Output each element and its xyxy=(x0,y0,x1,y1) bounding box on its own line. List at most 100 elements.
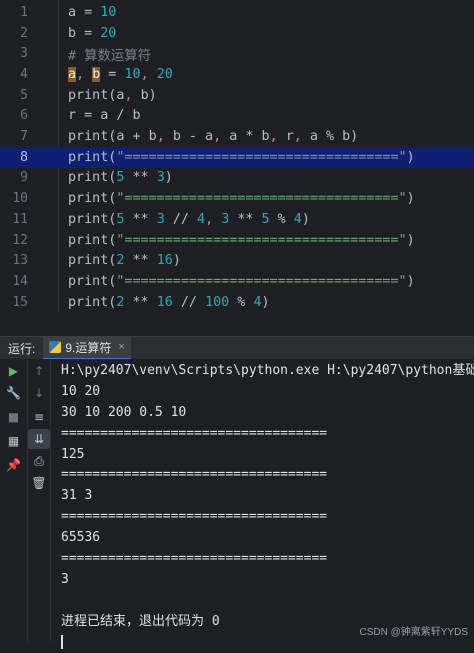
pin-icon[interactable]: 📌 xyxy=(0,455,27,475)
wrap-icon[interactable]: ≡ xyxy=(28,407,50,427)
up-arrow-icon[interactable]: ↑ xyxy=(28,361,50,381)
code-token: 16 xyxy=(156,294,173,310)
code-token: 10 xyxy=(124,66,141,82)
console-line: ================================== xyxy=(61,551,328,567)
run-icon[interactable]: ▶ xyxy=(0,361,27,381)
code-text[interactable]: print(a, b) xyxy=(68,88,157,103)
line-number: 12 xyxy=(12,232,28,248)
code-line[interactable]: 11 print(5 ** 3 // 4, 3 ** 5 % 4) xyxy=(0,209,474,230)
text-cursor xyxy=(61,635,63,650)
code-token: a * b xyxy=(229,129,270,145)
code-token: print( xyxy=(68,232,117,248)
code-token: "==================================" xyxy=(116,191,407,207)
stop-icon[interactable]: ■ xyxy=(0,407,27,427)
code-text[interactable]: # 算数运算符 xyxy=(68,44,151,64)
code-token: ** xyxy=(124,211,157,227)
code-text[interactable]: print(a + b, b - a, a * b, r, a % b) xyxy=(68,129,358,144)
code-text[interactable]: a = 10 xyxy=(68,5,116,20)
line-number: 14 xyxy=(12,273,28,289)
run-label: 运行: xyxy=(8,341,36,356)
run-toolbar-secondary: ↑ ↓ ≡ ⇊ ⎙ 🗑 xyxy=(28,359,51,642)
code-text[interactable]: a, b = 10, 20 xyxy=(68,66,173,82)
run-tool-window-header: 运行: 9.运算符 × xyxy=(0,336,474,360)
code-line[interactable]: 3 # 算数运算符 xyxy=(0,43,474,64)
line-number: 4 xyxy=(20,66,28,82)
trash-icon[interactable]: 🗑 xyxy=(28,473,50,493)
line-number: 7 xyxy=(20,129,28,145)
code-text[interactable]: print("=================================… xyxy=(68,191,415,206)
code-line[interactable]: 13 print(2 ** 16) xyxy=(0,250,474,271)
code-token: "==================================" xyxy=(116,149,407,165)
run-tab[interactable]: 9.运算符 × xyxy=(43,336,131,360)
code-line[interactable]: 9 print(5 ** 3) xyxy=(0,168,474,189)
print-icon[interactable]: ⎙ xyxy=(28,451,50,471)
code-token: print( xyxy=(68,149,117,165)
code-line[interactable]: 1 a = 10 xyxy=(0,2,474,23)
line-number: 9 xyxy=(20,170,28,186)
code-token: a xyxy=(68,66,77,82)
watermark: CSDN @钟离紫轩YYDS xyxy=(359,627,469,638)
console-line: 31 3 xyxy=(61,488,93,504)
run-toolbar-primary: ▶ 🔧 ■ ▦ 📌 xyxy=(0,359,28,642)
code-line[interactable]: 5 print(a, b) xyxy=(0,85,474,106)
code-line[interactable]: 7 print(a + b, b - a, a * b, r, a % b) xyxy=(0,126,474,147)
line-number: 1 xyxy=(20,4,28,20)
line-number: 8 xyxy=(20,149,28,165)
run-tool-window: ▶ 🔧 ■ ▦ 📌 ↑ ↓ ≡ ⇊ ⎙ 🗑 H:\py2407\venv\Scripts\pyth… xyxy=(0,359,474,650)
line-number: 15 xyxy=(12,294,28,310)
code-token: print( xyxy=(68,253,117,269)
code-token: print( xyxy=(68,294,117,310)
console-line: 125 xyxy=(61,446,85,462)
code-token: // xyxy=(164,211,197,227)
down-arrow-icon[interactable]: ↓ xyxy=(28,383,50,403)
code-token: , xyxy=(156,129,173,145)
code-token: 16 xyxy=(156,253,173,269)
code-token: , xyxy=(269,129,286,145)
code-token: print( xyxy=(68,170,117,186)
python-file-icon xyxy=(49,341,62,353)
code-token: 4 xyxy=(253,294,262,310)
run-tab-label: 9.运算符 xyxy=(65,340,112,355)
code-token: , xyxy=(293,129,310,145)
code-text[interactable]: r = a / b xyxy=(68,108,141,123)
code-text[interactable]: print("=================================… xyxy=(68,233,415,248)
line-number: 2 xyxy=(20,25,28,41)
code-line[interactable]: 4 a, b = 10, 20 xyxy=(0,64,474,85)
console-line: ================================== xyxy=(61,425,328,441)
code-token: print( xyxy=(68,211,117,227)
code-token: 10 xyxy=(100,4,117,20)
code-line[interactable]: 6 r = a / b xyxy=(0,106,474,127)
code-token: ) xyxy=(301,211,310,227)
scroll-end-icon[interactable]: ⇊ xyxy=(28,429,50,449)
layout-icon[interactable]: ▦ xyxy=(0,431,27,451)
code-token: print( xyxy=(68,273,117,289)
line-number: 10 xyxy=(12,191,28,207)
console-line: ================================== xyxy=(61,467,328,483)
close-icon[interactable]: × xyxy=(118,341,124,353)
code-text[interactable]: print("=================================… xyxy=(68,150,415,165)
console-line: 30 10 200 0.5 10 xyxy=(61,404,187,420)
code-editor[interactable]: 1 a = 10 2 b = 20 3 # 算数运算符 4 a, b = 10, 20 5 pri… xyxy=(0,0,474,312)
code-text[interactable]: print("=================================… xyxy=(68,274,415,289)
code-line[interactable]: 10 print("===============================… xyxy=(0,188,474,209)
wrench-icon[interactable]: 🔧 xyxy=(0,383,27,403)
code-text[interactable]: print(2 ** 16 // 100 % 4) xyxy=(68,295,270,310)
code-line[interactable]: 12 print("===============================… xyxy=(0,230,474,251)
code-text[interactable]: print(5 ** 3 // 4, 3 ** 5 % 4) xyxy=(68,212,310,227)
console-line: 10 20 xyxy=(61,383,101,399)
line-number: 11 xyxy=(12,211,28,227)
console-line: 3 xyxy=(61,571,69,587)
code-line[interactable]: 8 print("================================… xyxy=(0,146,474,168)
code-text[interactable]: print(2 ** 16) xyxy=(68,253,181,268)
code-token: b) xyxy=(140,87,157,103)
code-line[interactable]: 2 b = 20 xyxy=(0,23,474,44)
code-token: ** xyxy=(229,211,262,227)
code-line[interactable]: 14 print("===============================… xyxy=(0,271,474,292)
code-token: a % b) xyxy=(309,129,359,145)
console-output[interactable]: H:\py2407\venv\Scripts\python.exe H:\py2… xyxy=(61,361,474,653)
code-text[interactable]: b = 20 xyxy=(68,26,116,41)
panel-separator xyxy=(0,312,474,336)
code-line[interactable]: 15 print(2 ** 16 // 100 % 4) xyxy=(0,292,474,313)
code-text[interactable]: print(5 ** 3) xyxy=(68,170,173,185)
